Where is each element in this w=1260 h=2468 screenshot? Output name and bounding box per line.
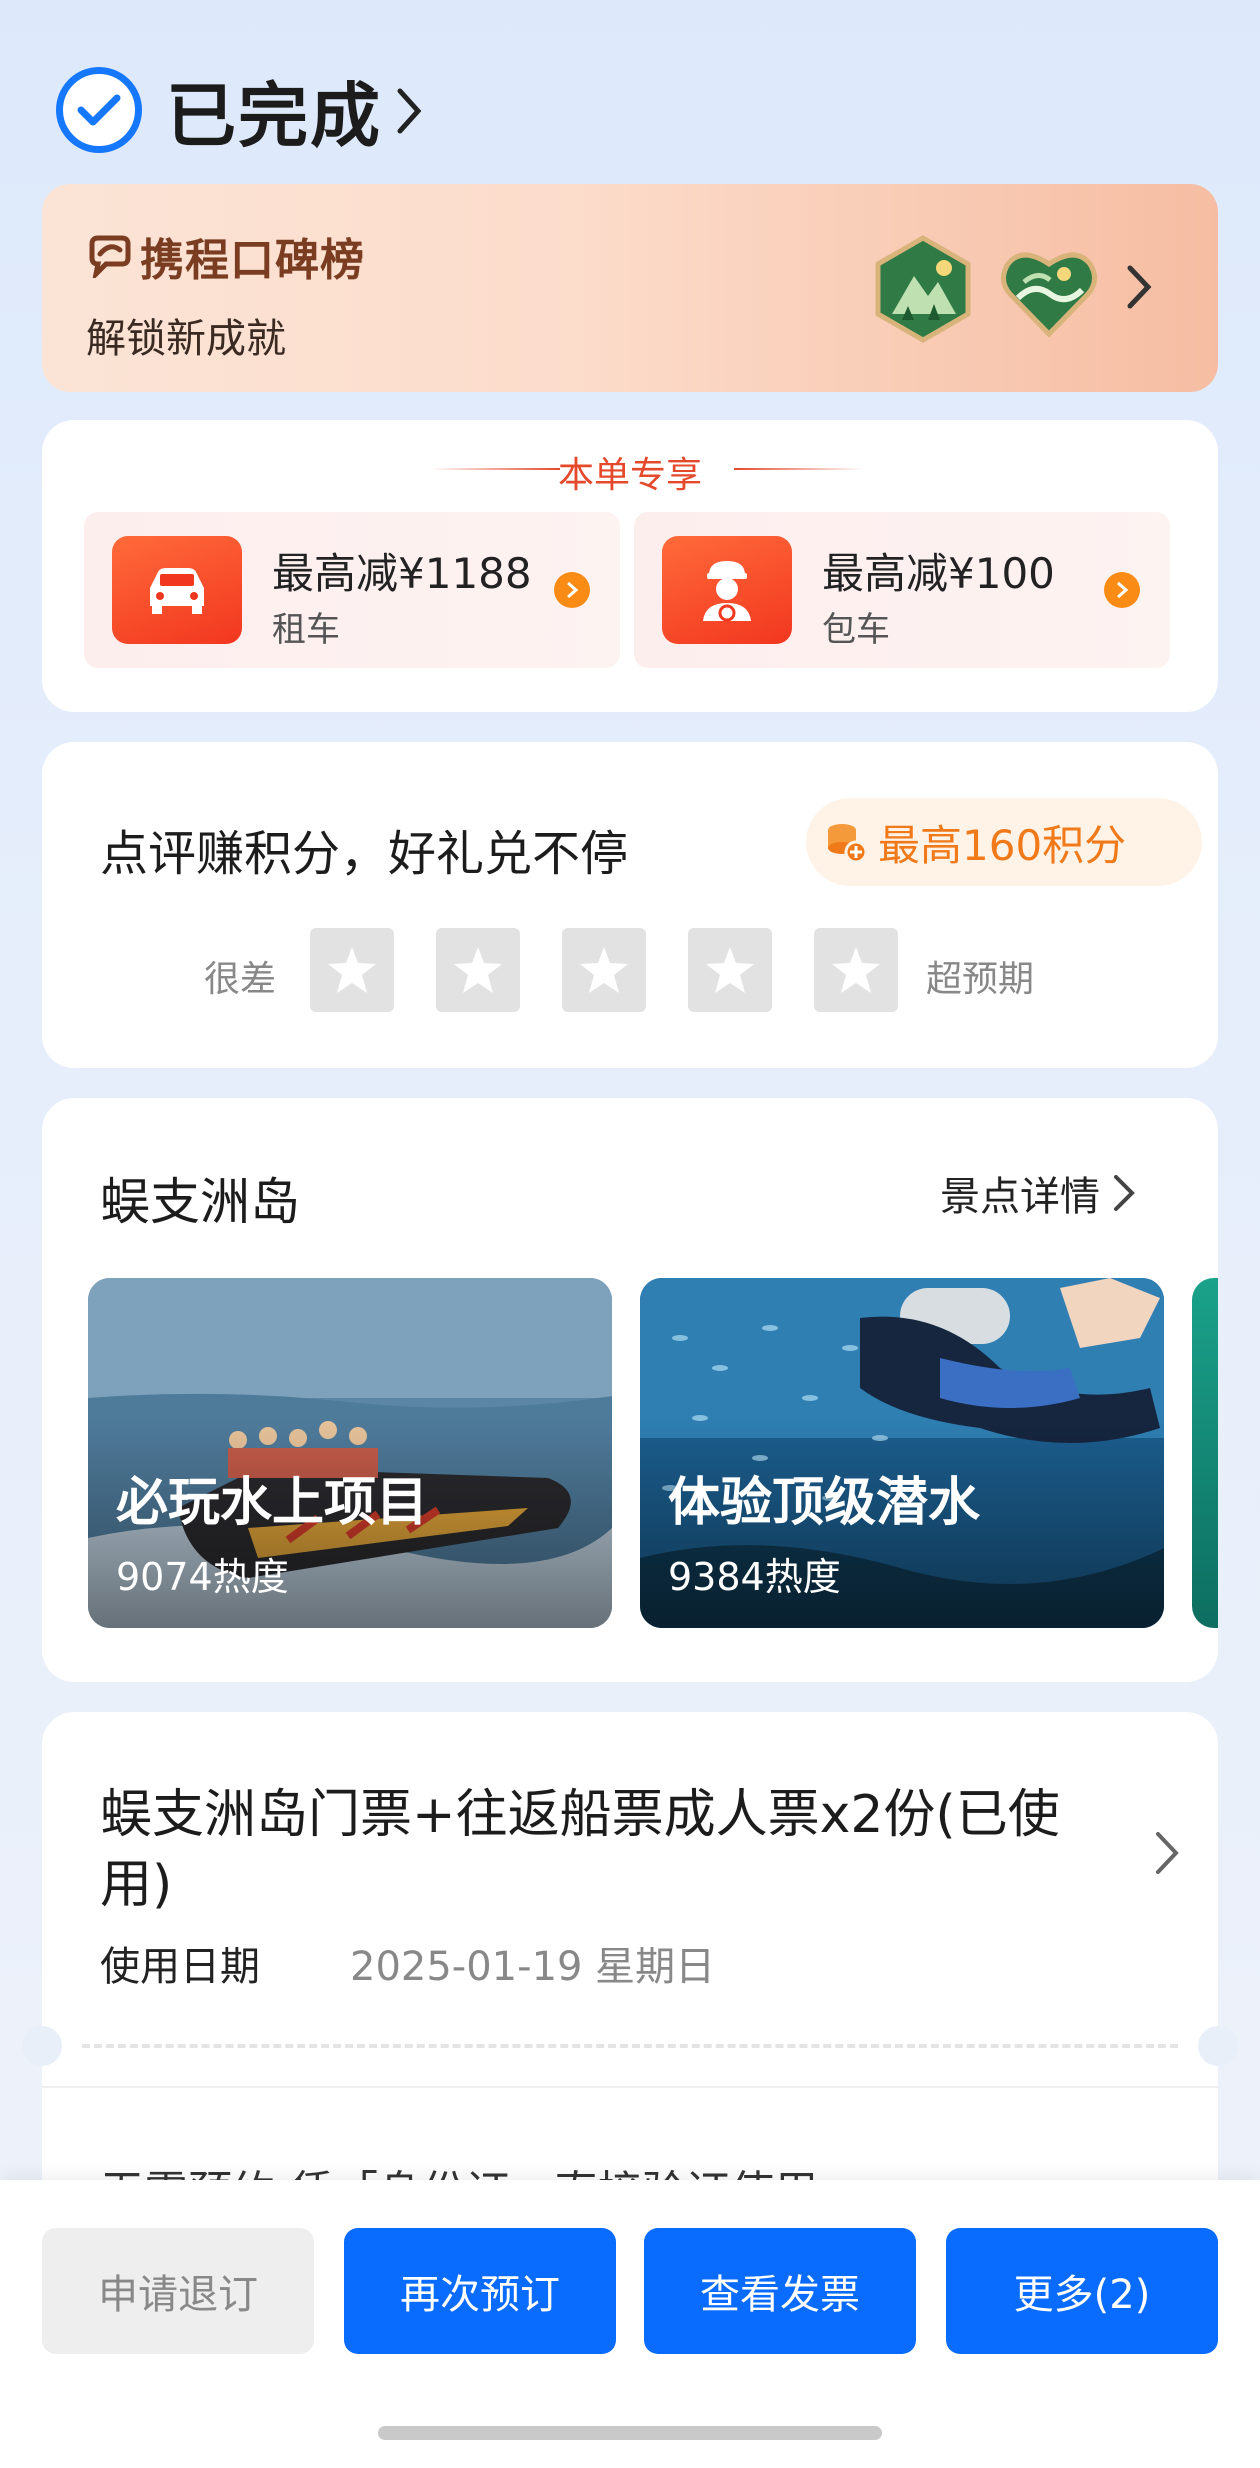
rating-low-label: 很差 [204, 959, 277, 1000]
attraction-detail-label: 景点详情 [940, 1174, 1100, 1220]
chevron-right-icon [1154, 1830, 1180, 1880]
wave-badge-icon [994, 234, 1104, 348]
offer-type: 包车 [822, 610, 890, 650]
ticket-notch-left [22, 2026, 62, 2066]
star-icon [832, 947, 880, 993]
exclusive-title: 本单专享 [557, 455, 702, 496]
attraction-title: 蜈支洲岛 [100, 1173, 300, 1231]
home-indicator[interactable] [378, 2426, 882, 2440]
offer-amount: 最高减¥1188 [272, 549, 532, 598]
ticket-card[interactable]: 蜈支洲岛门票+往返船票成人票x2份(已使用) 使用日期 2025-01-19 星… [22, 1712, 1238, 2232]
tile-title: 体验顶级潜水 [668, 1473, 981, 1533]
ticket-divider [82, 2044, 1178, 2048]
offer-type: 租车 [272, 610, 340, 650]
ranking-logo-text: 携程口碑榜 [140, 235, 365, 286]
rating-high-label: 超预期 [926, 959, 1035, 1000]
ticket-notch-right [1198, 2026, 1238, 2066]
attraction-card: 蜈支洲岛 景点详情 必玩水上项目 9074热度 体验顶级潜水 9384热度 [42, 1098, 1218, 1682]
refund-button[interactable]: 申请退订 [42, 2228, 314, 2354]
tile-heat: 9074热度 [116, 1555, 289, 1599]
review-card: 点评赚积分，好礼兑不停 最高160积分 很差 超预期 [42, 742, 1218, 1068]
offer-car-rental[interactable]: 最高减¥1188 租车 [84, 512, 620, 668]
arrow-right-icon [554, 572, 590, 608]
ticket-title: 蜈支洲岛门票+往返船票成人票x2份(已使用) [100, 1785, 1060, 1915]
divider [734, 468, 864, 470]
view-invoice-button[interactable]: 查看发票 [644, 2228, 916, 2354]
points-text: 最高160积分 [878, 820, 1127, 870]
ranking-banner[interactable]: 携程口碑榜 解锁新成就 [42, 184, 1218, 392]
star-rating-1[interactable] [310, 928, 394, 1012]
chevron-right-icon [1126, 264, 1152, 314]
check-circle-icon [56, 67, 142, 153]
use-date-value: 2025-01-19 星期日 [350, 1944, 716, 1990]
attraction-tile-diving[interactable]: 体验顶级潜水 9384热度 [640, 1278, 1164, 1628]
arrow-right-icon [1104, 572, 1140, 608]
more-button[interactable]: 更多(2) [946, 2228, 1218, 2354]
star-icon [454, 947, 502, 993]
order-status-title: 已完成 [166, 74, 382, 157]
offer-chartered-car[interactable]: 最高减¥100 包车 [634, 512, 1170, 668]
chevron-right-icon [1114, 1175, 1135, 1211]
order-status-header[interactable]: 已完成 [56, 62, 422, 158]
exclusive-offers-card: 本单专享 最高减¥1188 租车 最高减¥100 包车 [42, 420, 1218, 712]
chauffeur-icon [662, 536, 792, 644]
star-rating-5[interactable] [814, 928, 898, 1012]
ranking-logo: 携程口碑榜 [86, 224, 365, 288]
chevron-right-icon [396, 87, 422, 139]
star-icon [580, 947, 628, 993]
review-title: 点评赚积分，好礼兑不停 [100, 826, 629, 882]
use-date-label: 使用日期 [100, 1944, 260, 1990]
offer-amount: 最高减¥100 [822, 549, 1055, 598]
attraction-detail-link[interactable]: 景点详情 [940, 1164, 1136, 1222]
star-icon [328, 947, 376, 993]
attraction-tile-water-sports[interactable]: 必玩水上项目 9074热度 [88, 1278, 612, 1628]
star-rating-2[interactable] [436, 928, 520, 1012]
attraction-tile-next[interactable] [1192, 1278, 1218, 1628]
star-rating-3[interactable] [562, 928, 646, 1012]
rebook-button[interactable]: 再次预订 [344, 2228, 616, 2354]
star-icon [706, 947, 754, 993]
ranking-subtitle: 解锁新成就 [86, 316, 286, 362]
car-icon [112, 536, 242, 644]
order-detail-page: 已完成 携程口碑榜 解锁新成就 本单专享 最高减¥1188 租车 最高减¥100… [0, 0, 1260, 2468]
tile-heat: 9384热度 [668, 1555, 841, 1599]
points-badge: 最高160积分 [806, 798, 1202, 886]
tile-title: 必玩水上项目 [116, 1473, 429, 1533]
divider [42, 2086, 1218, 2088]
star-rating-4[interactable] [688, 928, 772, 1012]
ctrip-logo-icon [89, 235, 131, 278]
bottom-action-bar: 申请退订 再次预订 查看发票 更多(2) [0, 2180, 1260, 2468]
coin-icon [828, 824, 868, 864]
mountain-badge-icon [868, 234, 978, 348]
